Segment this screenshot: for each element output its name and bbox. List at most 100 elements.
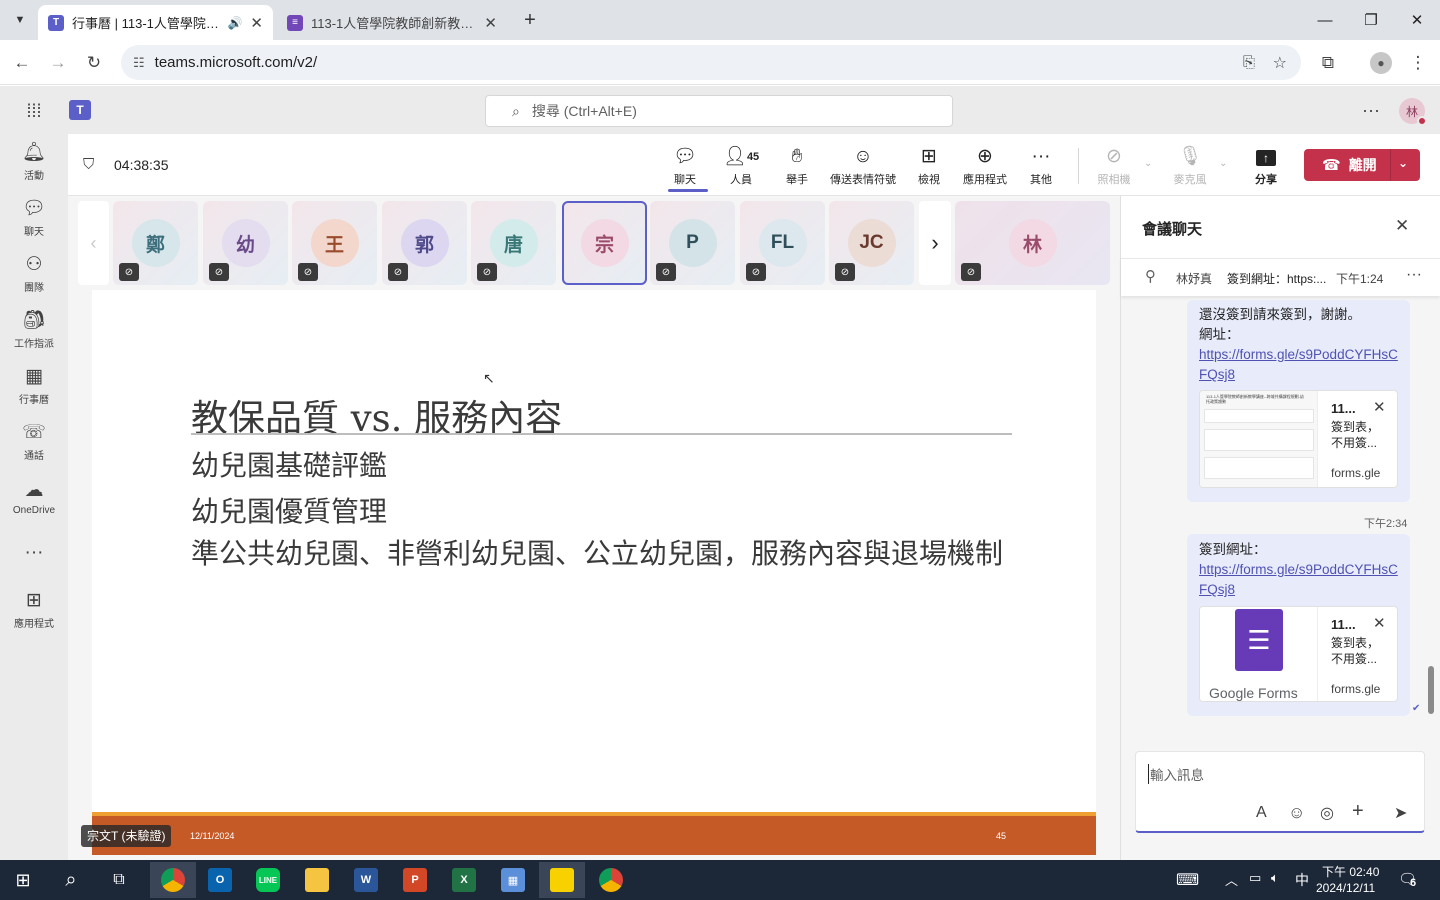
reactions-button[interactable]: ☺ 傳送表情符號: [826, 142, 900, 190]
mic-options-chevron-icon[interactable]: ⌄: [1219, 158, 1227, 169]
more-button[interactable]: ··· 其他: [1020, 142, 1062, 190]
powerpoint-app-icon[interactable]: P: [392, 862, 438, 898]
participant-tile[interactable]: 唐 ⊘: [471, 201, 556, 285]
mic-button[interactable]: 🎙︎ 麥克風: [1168, 142, 1212, 190]
keyboard-icon[interactable]: ⌨: [1176, 870, 1199, 890]
clock-date[interactable]: 2024/12/11: [1316, 881, 1375, 895]
link-preview-card[interactable]: ☰ Google Forms 11... ✕ 簽到表，不用簽... forms.…: [1199, 606, 1398, 702]
emoji-icon[interactable]: ☺: [1288, 803, 1305, 823]
outlook-app-icon[interactable]: O: [197, 862, 243, 898]
clock-time[interactable]: 下午 02:40: [1322, 863, 1379, 880]
compose-box[interactable]: 輸入訊息 A ☺ ◎ + ➤: [1135, 751, 1425, 833]
search-icon[interactable]: ⌕: [48, 862, 94, 898]
send-icon[interactable]: ➤: [1394, 803, 1407, 823]
people-button[interactable]: 👤︎45 人員: [718, 142, 764, 190]
site-info-icon[interactable]: ☷: [133, 55, 145, 71]
tab-search-button[interactable]: ▼: [8, 8, 32, 32]
card-description: 簽到表，不用簽...: [1331, 636, 1380, 666]
chat-button[interactable]: 💬︎ 聊天: [664, 142, 706, 190]
message-input[interactable]: 輸入訊息: [1148, 764, 1204, 784]
rail-apps[interactable]: ⊞ 應用程式: [0, 582, 68, 638]
attach-plus-icon[interactable]: +: [1352, 800, 1364, 823]
participant-tile[interactable]: P ⊘: [650, 201, 735, 285]
participant-tile[interactable]: JC ⊘: [829, 201, 914, 285]
camera-options-chevron-icon[interactable]: ⌄: [1144, 158, 1152, 169]
rail-onedrive[interactable]: ☁ OneDrive: [0, 470, 68, 526]
mic-muted-icon: ⊘: [298, 263, 318, 281]
browser-tab-active[interactable]: T 行事曆 | 113-1人管學院教師 🔊 ✕: [38, 5, 273, 40]
share-button[interactable]: ↑ 分享: [1246, 142, 1286, 190]
search-input[interactable]: ⌕ 搜尋 (Ctrl+Alt+E): [485, 95, 953, 127]
avatar[interactable]: 林: [1399, 98, 1427, 126]
close-tab-icon[interactable]: ✕: [250, 14, 263, 32]
apps-button[interactable]: ⊕ 應用程式: [958, 142, 1012, 190]
extensions-icon[interactable]: ⧉: [1315, 50, 1341, 76]
participant-tile[interactable]: 王 ⊘: [292, 201, 377, 285]
calculator-app-icon[interactable]: ▦: [490, 862, 536, 898]
link-preview-card[interactable]: 113-1人管學院教師創新教學講座--跨域共構課程規劃-幼托政策趨勢 11...…: [1199, 390, 1398, 488]
rail-assignments[interactable]: 🎒︎ 工作指派: [0, 302, 68, 358]
pinned-participant-tile[interactable]: 林 ⊘: [955, 201, 1110, 285]
raise-hand-button[interactable]: ✋︎ 舉手: [776, 142, 818, 190]
card-close-icon[interactable]: ✕: [1373, 398, 1386, 418]
profile-icon[interactable]: ●: [1370, 52, 1392, 74]
loop-icon[interactable]: ◎: [1320, 803, 1334, 823]
install-app-icon[interactable]: ⎘: [1243, 54, 1255, 71]
rail-teams[interactable]: ⚇ 團隊: [0, 246, 68, 302]
pinned-more-icon[interactable]: ···: [1406, 266, 1422, 284]
participant-tile[interactable]: 鄭 ⊘: [113, 201, 198, 285]
sticky-notes-icon[interactable]: [539, 862, 585, 898]
task-view-icon[interactable]: ⧉: [96, 862, 142, 898]
leave-button[interactable]: ☎ 離開 ⌄: [1304, 149, 1420, 181]
rail-calls[interactable]: ☏ 通話: [0, 414, 68, 470]
chat-scrollbar[interactable]: [1428, 666, 1434, 714]
mic-muted-icon: ⊘: [656, 263, 676, 281]
rail-chat[interactable]: 💬︎ 聊天: [0, 190, 68, 246]
participant-tile[interactable]: FL ⊘: [740, 201, 825, 285]
line-app-icon[interactable]: LINE: [245, 862, 291, 898]
participant-tile[interactable]: 幼 ⊘: [203, 201, 288, 285]
browser-tab[interactable]: ≡ 113-1人管學院教師創新教學講 ✕: [277, 5, 507, 40]
chrome-app-icon[interactable]: [150, 862, 196, 898]
close-window-button[interactable]: ✕: [1394, 0, 1440, 40]
participants-prev-button[interactable]: ‹: [78, 201, 109, 285]
participants-next-button[interactable]: ›: [919, 201, 951, 285]
participant-tile-speaking[interactable]: 宗: [562, 201, 647, 285]
mic-muted-icon: ⊘: [119, 263, 139, 281]
card-close-icon[interactable]: ✕: [1373, 614, 1386, 634]
network-icon[interactable]: ▭: [1249, 870, 1261, 886]
ime-indicator[interactable]: 中: [1295, 870, 1309, 890]
forward-button[interactable]: →: [45, 50, 71, 76]
word-app-icon[interactable]: W: [343, 862, 389, 898]
reload-button[interactable]: ↻: [81, 50, 107, 76]
start-button[interactable]: ⊞: [0, 862, 46, 898]
excel-app-icon[interactable]: X: [441, 862, 487, 898]
bookmark-star-icon[interactable]: ☆: [1273, 53, 1287, 73]
volume-icon[interactable]: 🔈︎: [1271, 870, 1279, 886]
browser-menu-icon[interactable]: ⋮: [1405, 50, 1431, 76]
camera-button[interactable]: ⊘ 照相機: [1092, 142, 1136, 190]
leave-options-chevron-icon[interactable]: ⌄: [1398, 156, 1408, 170]
file-explorer-icon[interactable]: [294, 862, 340, 898]
participant-tile[interactable]: 郭 ⊘: [382, 201, 467, 285]
format-icon[interactable]: A: [1256, 804, 1267, 822]
rail-calendar[interactable]: ▦ 行事曆: [0, 358, 68, 414]
chrome-app-icon[interactable]: [588, 862, 634, 898]
tab-title: 113-1人管學院教師創新教學講: [311, 16, 477, 31]
settings-more-icon[interactable]: ···: [1360, 100, 1382, 122]
rail-more[interactable]: ···: [0, 526, 68, 582]
tray-chevron-icon[interactable]: ︿: [1225, 870, 1238, 889]
restore-button[interactable]: ❐: [1348, 0, 1394, 40]
view-button[interactable]: ⊞ 檢視: [908, 142, 950, 190]
close-chat-icon[interactable]: ✕: [1395, 216, 1409, 236]
url-bar[interactable]: ☷ teams.microsoft.com/v2/ ⎘ ☆: [121, 45, 1301, 80]
add-app-icon: ⊕: [977, 146, 993, 167]
new-tab-button[interactable]: +: [518, 8, 542, 32]
message-link[interactable]: https://forms.gle/s9PoddCYFHsCFQsj8: [1199, 560, 1403, 600]
app-launcher-icon[interactable]: ⁞⁞⁞: [22, 99, 46, 123]
close-tab-icon[interactable]: ✕: [484, 14, 497, 32]
back-button[interactable]: ←: [9, 50, 35, 76]
minimize-button[interactable]: —: [1302, 0, 1348, 40]
message-link[interactable]: https://forms.gle/s9PoddCYFHsCFQsj8: [1199, 345, 1403, 385]
rail-activity[interactable]: 🔔︎ 活動: [0, 134, 68, 190]
